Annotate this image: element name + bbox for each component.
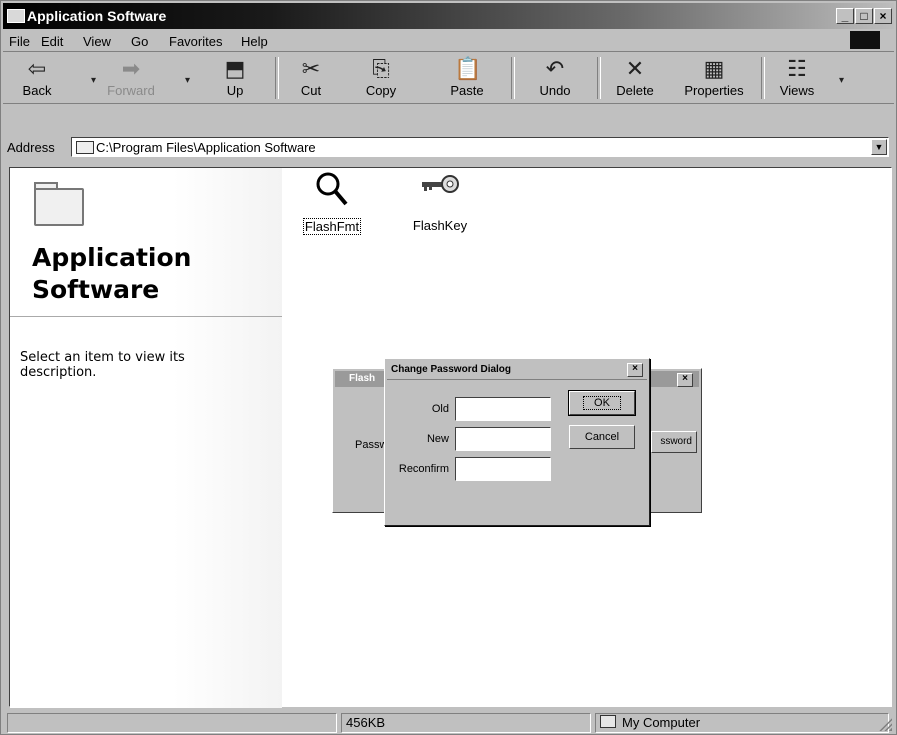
new-password-field[interactable] <box>455 427 551 451</box>
copy-button[interactable]: ⎘ Copy <box>349 55 413 101</box>
forward-arrow-icon: ➡ <box>121 56 141 81</box>
scissors-icon: ✂ <box>301 56 321 81</box>
computer-icon <box>600 715 616 728</box>
delete-x-icon: ✕ <box>625 56 645 81</box>
file-item-flashkey[interactable]: FlashKey <box>400 170 480 233</box>
panel-title: Application Software <box>32 243 192 304</box>
up-folder-icon: ⬒ <box>224 56 246 81</box>
address-dropdown-button[interactable]: ▼ <box>871 139 887 155</box>
panel-divider <box>10 316 282 317</box>
paste-icon: 📋 <box>454 56 482 81</box>
explorer-window: Application Software _ □ × File Edit Vie… <box>0 0 897 735</box>
web-view-panel: Application Software Select an item to v… <box>10 168 282 708</box>
large-folder-icon <box>34 188 84 226</box>
file-label: FlashKey <box>412 218 468 233</box>
close-icon[interactable]: × <box>627 363 643 377</box>
address-label: Address <box>7 140 55 155</box>
maximize-button[interactable]: □ <box>855 8 873 24</box>
status-bar: 456KB My Computer <box>3 711 894 733</box>
forward-button[interactable]: ➡ Forward <box>99 55 163 101</box>
panel-description: Select an item to view its description. <box>20 350 185 380</box>
back-arrow-icon: ⇦ <box>27 56 47 81</box>
back-button[interactable]: ⇦ Back <box>5 55 69 101</box>
status-pane-message <box>7 713 337 733</box>
reconfirm-label: Reconfirm <box>398 463 449 475</box>
window-title: Application Software <box>27 8 167 24</box>
up-button[interactable]: ⬒ Up <box>203 55 267 101</box>
copy-icon: ⎘ <box>372 56 390 81</box>
delete-button[interactable]: ✕ Delete <box>603 55 667 101</box>
ok-button[interactable]: OK <box>568 390 636 416</box>
windows-logo-icon <box>850 31 880 49</box>
resize-grip[interactable] <box>878 717 892 731</box>
minimize-button[interactable]: _ <box>836 8 854 24</box>
password-button[interactable]: ssword <box>651 431 697 453</box>
toolbar-separator <box>511 57 515 99</box>
key-icon <box>422 175 459 193</box>
old-label: Old <box>431 403 449 415</box>
dialog-titlebar: Change Password Dialog × <box>387 361 647 380</box>
status-zone: My Computer <box>595 713 889 733</box>
forward-dropdown-icon[interactable]: ▾ <box>185 75 190 86</box>
views-button[interactable]: ☷ Views <box>765 55 829 101</box>
toolbar-separator <box>597 57 601 99</box>
address-input[interactable]: C:\Program Files\Application Software ▼ <box>71 137 889 157</box>
status-size: 456KB <box>341 713 591 733</box>
menu-go[interactable]: Go <box>131 34 148 49</box>
close-icon[interactable]: × <box>677 373 693 387</box>
title-bar[interactable]: Application Software _ □ × <box>3 3 894 29</box>
cancel-button[interactable]: Cancel <box>569 425 635 449</box>
new-label: New <box>426 433 449 445</box>
file-item-flashfmt[interactable]: FlashFmt <box>292 170 372 235</box>
dialog-title: Change Password Dialog <box>391 364 512 375</box>
file-label: FlashFmt <box>302 218 362 235</box>
status-zone-label: My Computer <box>622 715 701 730</box>
menu-favorites[interactable]: Favorites <box>169 34 222 49</box>
menu-help[interactable]: Help <box>241 34 268 49</box>
folder-view: Application Software Select an item to v… <box>9 167 892 708</box>
undo-button[interactable]: ↶ Undo <box>523 55 587 101</box>
old-password-field[interactable] <box>455 397 551 421</box>
folder-icon <box>7 9 25 23</box>
cut-button[interactable]: ✂ Cut <box>279 55 343 101</box>
menu-file[interactable]: File <box>9 34 30 49</box>
menu-view[interactable]: View <box>83 34 111 49</box>
paste-button[interactable]: 📋 Paste <box>435 55 499 101</box>
reconfirm-password-field[interactable] <box>455 457 551 481</box>
views-icon: ☷ <box>787 56 807 81</box>
menu-bar: File Edit View Go Favorites Help <box>3 29 894 52</box>
address-bar: Address C:\Program Files\Application Sof… <box>3 135 894 159</box>
folder-icon <box>76 141 94 154</box>
properties-icon: ▦ <box>703 56 725 81</box>
password-label: Passw <box>355 439 388 451</box>
views-dropdown-icon[interactable]: ▾ <box>839 75 844 86</box>
menu-edit[interactable]: Edit <box>41 34 63 49</box>
close-button[interactable]: × <box>874 8 892 24</box>
properties-button[interactable]: ▦ Properties <box>675 55 753 101</box>
change-password-dialog: Change Password Dialog × Old New Reconfi… <box>384 358 650 526</box>
magnifier-icon <box>316 172 348 206</box>
address-value: C:\Program Files\Application Software <box>96 140 316 155</box>
toolbar: ⇦ Back ▾ ➡ Forward ▾ ⬒ Up ✂ Cut ⎘ Copy 📋… <box>3 53 894 104</box>
undo-icon: ↶ <box>545 56 565 81</box>
back-dropdown-icon[interactable]: ▾ <box>91 75 96 86</box>
